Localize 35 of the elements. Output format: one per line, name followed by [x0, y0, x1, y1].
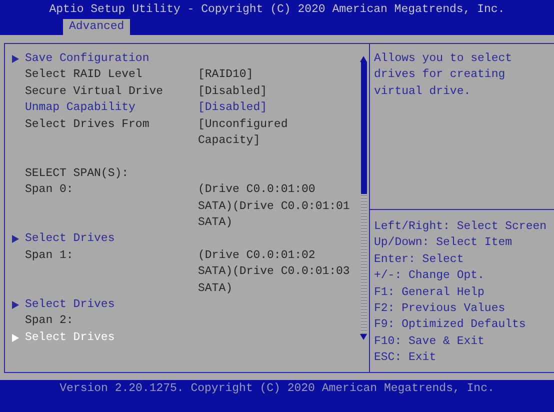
submenu-item[interactable]: Save Configuration — [25, 51, 150, 68]
setting-label: Secure Virtual Drive — [25, 84, 164, 100]
window-title: Aptio Setup Utility - Copyright (C) 2020 American Megatrends, Inc. — [49, 2, 505, 18]
key-hint: Up/Down: Select Item — [374, 235, 514, 252]
footer-text: Version 2.20.1275. Copyright (C) 2020 American Megatrends, Inc. — [60, 381, 494, 397]
key-hint: F9: Optimized Defaults — [374, 317, 527, 334]
triangle-icon — [12, 334, 19, 342]
key-hint: Left/Right: Select Screen — [374, 219, 548, 235]
setting-label[interactable]: Unmap Capability — [25, 100, 198, 117]
setting-value: [Disabled] — [198, 84, 268, 100]
key-hint: ESC: Exit — [374, 350, 438, 366]
setting-value: [RAID10] — [198, 67, 254, 84]
setting-label: Span 2: — [25, 313, 74, 330]
setting-value: (Drive C0.0:01:00 SATA)(Drive C0.0:01:01 SATA) — [198, 182, 350, 232]
key-hint: F2: Previous Values — [374, 301, 506, 318]
key-hint: +/-: Change Opt. — [374, 268, 486, 284]
setting-label: Select Drives From — [25, 116, 150, 133]
setting-value[interactable]: [Disabled] — [198, 100, 350, 117]
setting-value: (Drive C0.0:01:02 SATA)(Drive C0.0:01:03 SATA) — [198, 248, 350, 297]
setting-value: [Unconfigured Capacity] — [198, 116, 289, 150]
setting-label: Span 0: — [25, 182, 74, 198]
submenu-item[interactable]: Select Drives — [25, 297, 115, 314]
setting-label: Select RAID Level — [25, 67, 144, 84]
setting-label: Span 1: — [25, 248, 74, 264]
submenu-item[interactable]: Select Drives — [25, 231, 115, 248]
section-heading: SELECT SPAN(S): — [25, 166, 130, 182]
help-description: Allows you to select drives for creating virtual drive. — [370, 44, 554, 210]
key-hint: F1: General Help — [374, 284, 486, 301]
triangle-icon — [12, 55, 19, 63]
menu-tab[interactable]: Advanced — [63, 19, 130, 38]
scrollbar[interactable] — [359, 56, 368, 340]
key-hint: F10: Save & Exit — [374, 334, 486, 350]
key-hint: Enter: Select — [374, 252, 465, 268]
triangle-icon — [12, 301, 19, 310]
triangle-icon — [12, 235, 19, 244]
